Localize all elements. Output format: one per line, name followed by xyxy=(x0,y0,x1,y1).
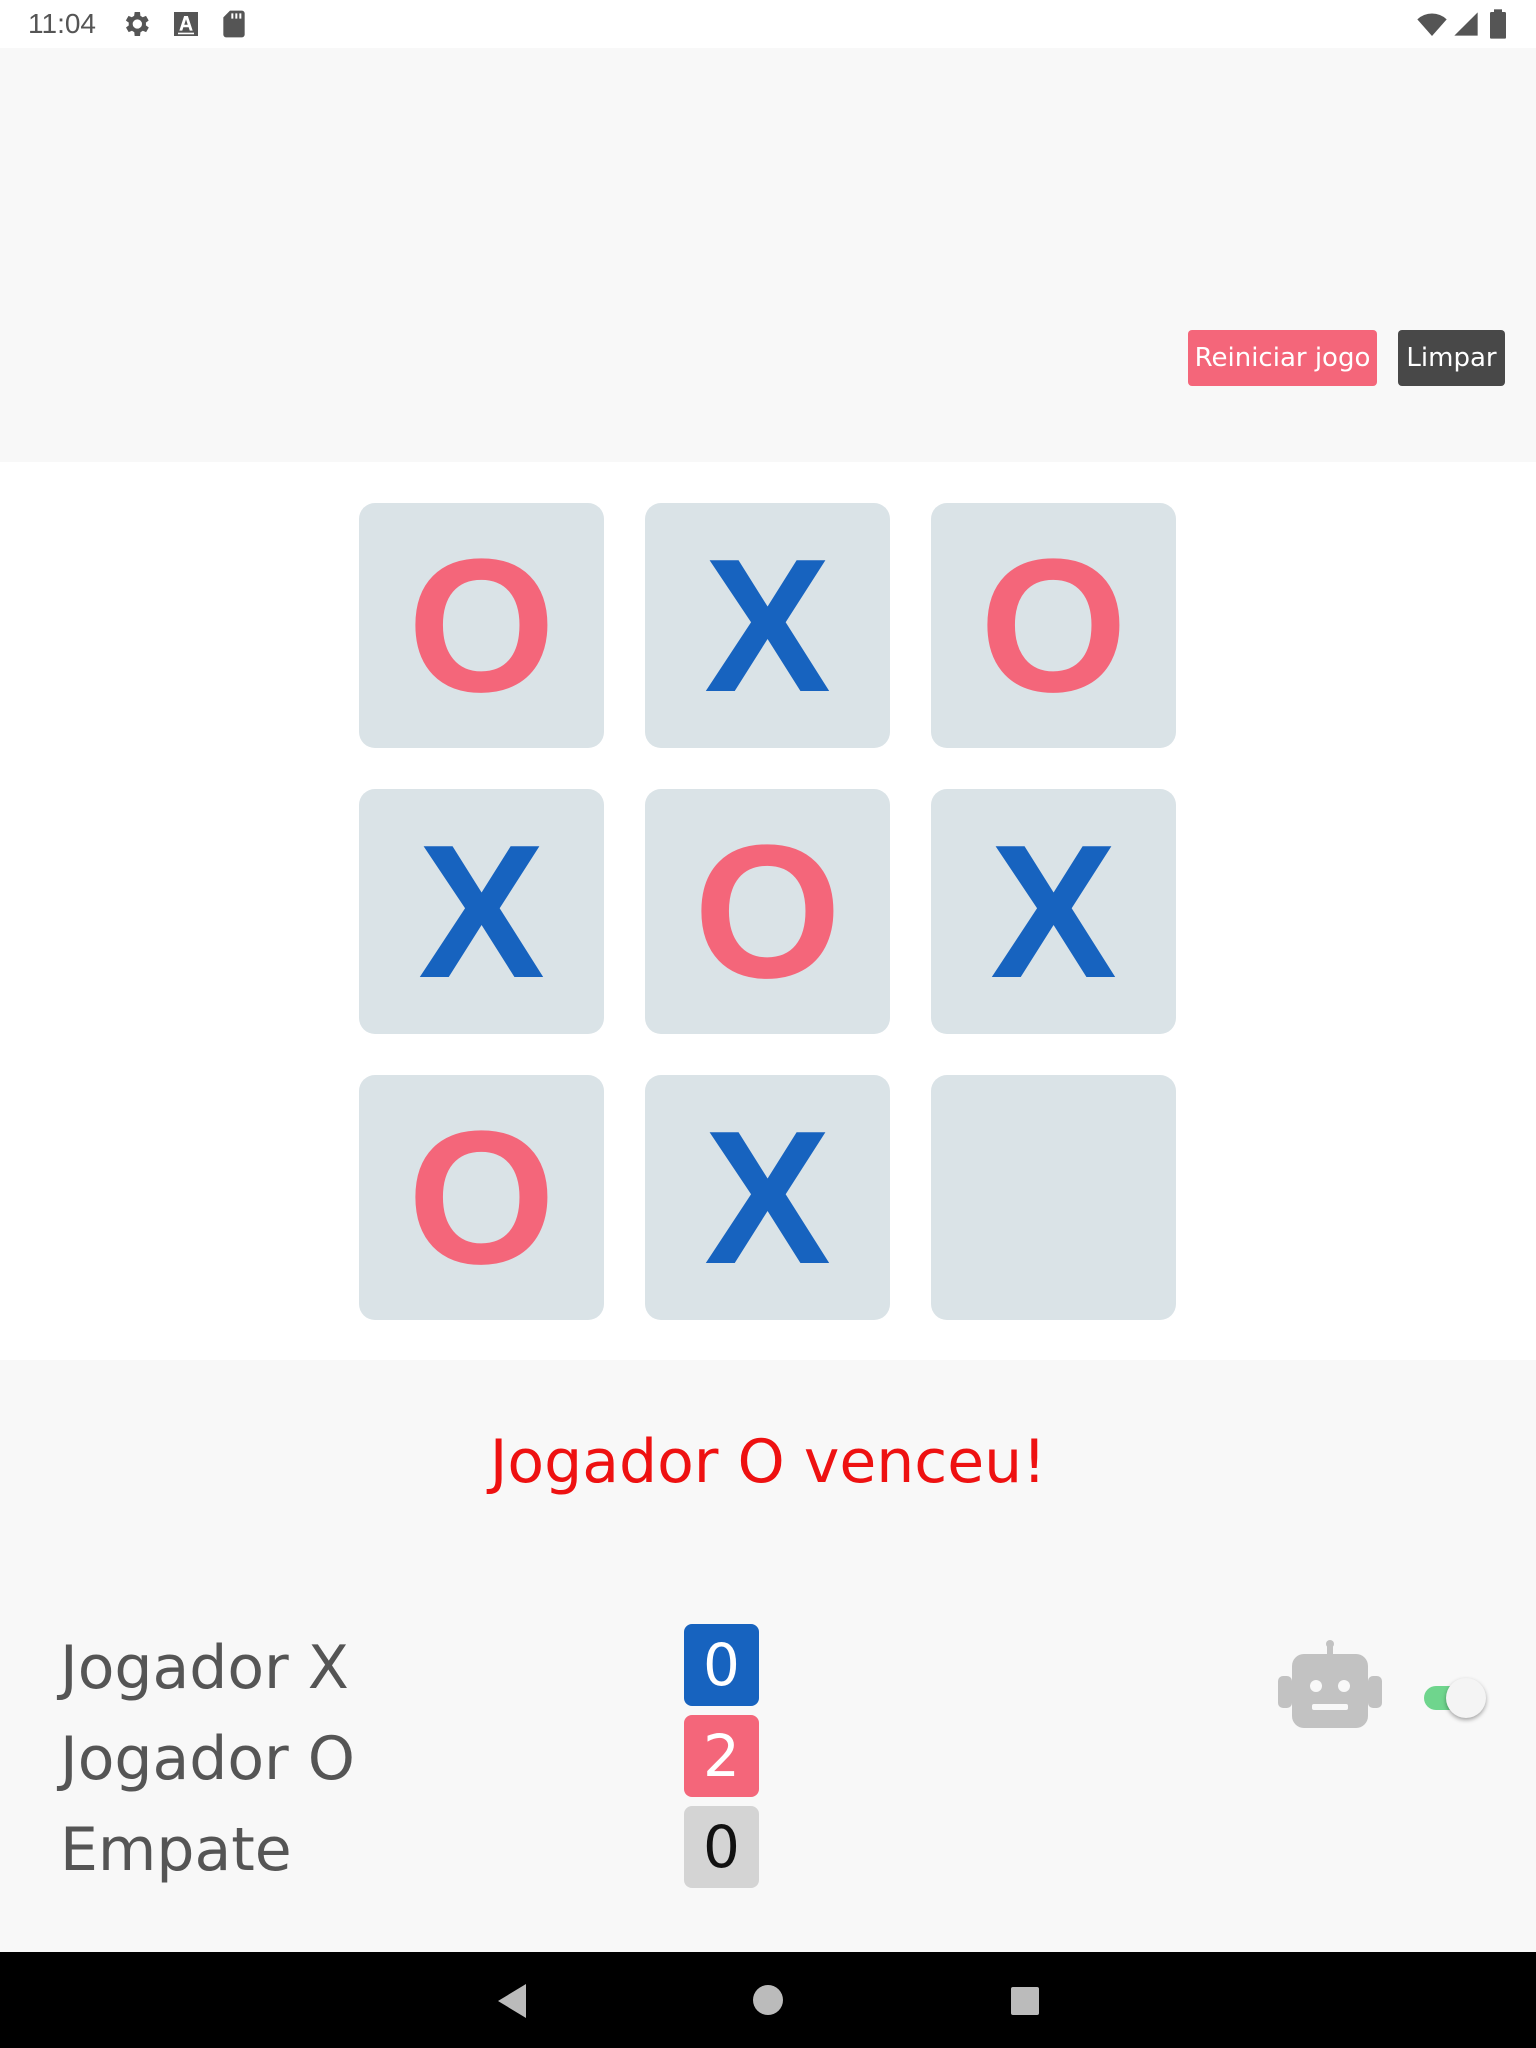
wifi-icon xyxy=(1417,13,1447,36)
battery-icon xyxy=(1490,9,1506,39)
player-o-score: 2 xyxy=(684,1715,759,1797)
board-cell-7[interactable]: O xyxy=(359,1075,604,1320)
clear-button[interactable]: Limpar xyxy=(1398,330,1505,386)
toggle-knob xyxy=(1446,1678,1486,1718)
board-cell-5[interactable]: O xyxy=(645,789,890,1034)
draw-label: Empate xyxy=(60,1815,292,1885)
navigation-bar xyxy=(0,1952,1536,2048)
board-cell-9[interactable] xyxy=(931,1075,1176,1320)
keyboard-a-icon xyxy=(174,12,198,36)
board-cell-8[interactable]: X xyxy=(645,1075,890,1320)
back-icon[interactable] xyxy=(494,1982,530,2020)
draw-score: 0 xyxy=(684,1806,759,1888)
top-control-area xyxy=(0,48,1536,462)
board-cell-4[interactable]: X xyxy=(359,789,604,1034)
status-bar: 11:04 xyxy=(0,0,1536,48)
board-cell-2[interactable]: X xyxy=(645,503,890,748)
ai-mode-toggle[interactable] xyxy=(1420,1672,1488,1724)
player-x-score: 0 xyxy=(684,1624,759,1706)
cellular-signal-icon xyxy=(1454,12,1478,36)
home-icon[interactable] xyxy=(752,1984,784,2016)
sd-card-icon xyxy=(223,10,245,38)
restart-game-button[interactable]: Reiniciar jogo xyxy=(1188,330,1377,386)
board-cell-3[interactable]: O xyxy=(931,503,1176,748)
robot-icon xyxy=(1278,1640,1382,1728)
settings-icon xyxy=(125,12,149,36)
board-cell-6[interactable]: X xyxy=(931,789,1176,1034)
board-cell-1[interactable]: O xyxy=(359,503,604,748)
status-time: 11:04 xyxy=(28,8,96,39)
game-result-text: Jogador O venceu! xyxy=(489,1427,1047,1497)
player-x-label: Jogador X xyxy=(60,1633,349,1703)
player-o-label: Jogador O xyxy=(60,1724,356,1794)
recents-icon[interactable] xyxy=(1010,1986,1040,2016)
